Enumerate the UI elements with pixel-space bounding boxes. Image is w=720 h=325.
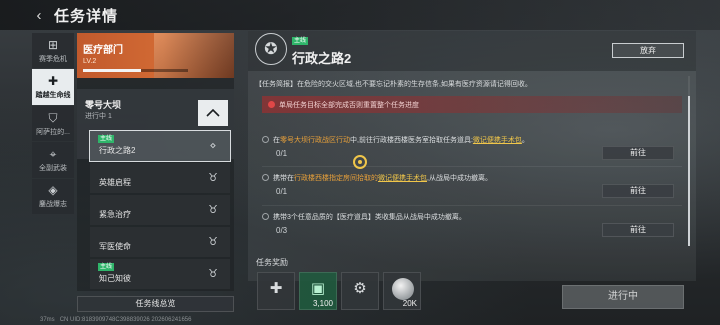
collapse-button[interactable]: [198, 100, 228, 126]
chevron-up-icon: [206, 109, 220, 117]
quest-name: 行政之路2: [99, 146, 136, 155]
department-progress-bar: [83, 69, 188, 72]
main-tag: 主线: [98, 135, 115, 143]
top-bar: ‹ 任务详情: [0, 0, 720, 30]
reward-quantity: 3,100: [312, 299, 333, 308]
task-location: 行政楼西楼指定房间拾取的: [294, 175, 378, 182]
quest-item[interactable]: 主线 知己知彼 ♉: [90, 259, 230, 289]
rail-item-season[interactable]: ⊞ 赛季危机: [32, 33, 74, 69]
reward-item[interactable]: 20K: [383, 272, 421, 310]
rail-item-battle[interactable]: ◈ 鏖战爆志: [32, 178, 74, 215]
task-description: 携带在行政楼西楼指定房间拾取的微记便携手术包,从战局中成功撤离。: [273, 175, 492, 182]
goto-button[interactable]: 前往: [602, 223, 674, 237]
goto-button[interactable]: 前往: [602, 146, 674, 160]
reward-item[interactable]: ✚: [257, 272, 295, 310]
scrollbar-thumb[interactable]: [688, 96, 690, 246]
task-row: 携带在行政楼西楼指定房间拾取的微记便携手术包,从战局中成功撤离。 0/1 前往: [262, 172, 682, 204]
rail-label: 阿萨拉的...: [36, 128, 70, 136]
quest-briefing: 【任务简报】在危险的交火区域,也不要忘记朴素的生存信条,如果有医疗资源请记得回收…: [255, 81, 532, 88]
department-level: LV.2: [83, 58, 97, 65]
medic-icon: ♉: [208, 268, 218, 280]
task-location: 零号大坝行政战区行动: [280, 137, 350, 144]
task-item-link[interactable]: 微记便携手术包: [378, 175, 427, 182]
medic-icon: ♉: [208, 172, 218, 184]
rail-item-asala[interactable]: ⛉ 阿萨拉的...: [32, 105, 74, 142]
coin-icon: [392, 278, 414, 300]
target-icon: [353, 155, 367, 169]
medic-icon: ♉: [208, 204, 218, 216]
rewards-label: 任务奖励: [256, 258, 288, 267]
quest-name: 英雄启程: [99, 178, 131, 187]
task-description: 在零号大坝行政战区行动中,前往行政楼西楼医务室拾取任务道具:微记便携手术包。: [273, 137, 529, 144]
task-progress: 0/1: [276, 187, 288, 196]
group-status: 进行中 1: [85, 113, 112, 120]
rail-item-lifeline[interactable]: ✚ 踏越生命线: [32, 69, 74, 105]
medkit-icon: ✚: [269, 280, 283, 297]
task-progress: 0/1: [276, 149, 288, 158]
warning-text: 单局任务目标全部完成否则重置整个任务进度: [279, 102, 419, 109]
medic-icon: ♉: [208, 236, 218, 248]
gun-icon: ⌖: [49, 146, 57, 161]
rail-label: 鏖战爆志: [39, 201, 67, 209]
main-tag: 主线: [98, 263, 115, 271]
task-progress: 0/3: [276, 226, 288, 235]
rail-label: 踏越生命线: [35, 92, 71, 100]
category-rail: ⊞ 赛季危机 ✚ 踏越生命线 ⛉ 阿萨拉的... ⌖ 全副武装 ◈ 鏖战爆志: [32, 33, 74, 215]
reward-quantity: 20K: [402, 299, 417, 308]
back-arrow-icon: ‹: [36, 6, 42, 24]
quest-name: 知己知彼: [99, 274, 131, 283]
quest-item[interactable]: 军医使命 ♉: [90, 227, 230, 257]
quest-name: 紧急治疗: [99, 210, 131, 219]
ping-text: 37ms: [40, 317, 55, 323]
task-item-link[interactable]: 微记便携手术包: [473, 137, 522, 144]
task-status-icon: [262, 136, 269, 143]
rail-label: 全副武装: [39, 164, 67, 172]
divider: [262, 205, 682, 206]
department-name: 医疗部门: [83, 45, 123, 56]
quest-title: 行政之路2: [292, 51, 352, 66]
quest-overview-button[interactable]: 任务线总览: [77, 296, 234, 312]
department-card[interactable]: 医疗部门 LV.2: [77, 33, 234, 78]
task-status-icon: [262, 213, 269, 220]
group-name: 零号大坝: [85, 100, 122, 110]
rail-label: 赛季危机: [39, 55, 67, 63]
quest-item[interactable]: 紧急治疗 ♉: [90, 195, 230, 225]
shield-icon: ⛉: [48, 110, 58, 125]
back-button[interactable]: ‹: [30, 6, 48, 24]
reward-item[interactable]: ⚙: [341, 272, 379, 310]
divider: [262, 166, 682, 167]
in-progress-button[interactable]: 进行中: [562, 285, 684, 309]
quest-list-panel: 医疗部门 LV.2 零号大坝 进行中 1 主线 行政之路2 ⋄ 英雄启程 ♉ 紧…: [77, 33, 234, 291]
wings-emblem-icon: ✪: [255, 33, 287, 65]
quest-name: 军医使命: [99, 242, 131, 251]
gear-item-icon: ⚙: [353, 280, 367, 297]
warning-icon: [268, 101, 275, 108]
task-description: 携带3个任意品质的【医疗道具】类收集品从战局中成功撤离。: [273, 214, 466, 221]
route-icon: ⋄: [209, 140, 217, 152]
task-row: 在零号大坝行政战区行动中,前往行政楼西楼医务室拾取任务道具:微记便携手术包。 0…: [262, 134, 682, 166]
plus-icon: ✚: [47, 74, 59, 89]
goto-button[interactable]: 前往: [602, 184, 674, 198]
token-icon: ▣: [310, 280, 326, 297]
diamond-icon: ◈: [48, 183, 58, 198]
season-icon: ⊞: [47, 37, 59, 52]
task-status-icon: [262, 174, 269, 181]
uid-text: CN UID:8183909748C398839026 202606241656: [59, 317, 192, 323]
rail-item-armed[interactable]: ⌖ 全副武装: [32, 142, 74, 178]
task-row: 携带3个任意品质的【医疗道具】类收集品从战局中成功撤离。 0/3 前往: [262, 211, 682, 243]
page-title: 任务详情: [54, 7, 119, 25]
status-bar: 37ms CN UID:8183909748C398839026 2026062…: [40, 317, 191, 323]
abandon-button[interactable]: 放弃: [612, 43, 684, 58]
main-tag: 主线: [292, 37, 309, 45]
quest-item[interactable]: 主线 行政之路2 ⋄: [89, 130, 231, 162]
department-progress-fill: [83, 69, 141, 72]
quest-item[interactable]: 英雄启程 ♉: [90, 163, 230, 193]
reward-item[interactable]: ▣ 3,100: [299, 272, 337, 310]
